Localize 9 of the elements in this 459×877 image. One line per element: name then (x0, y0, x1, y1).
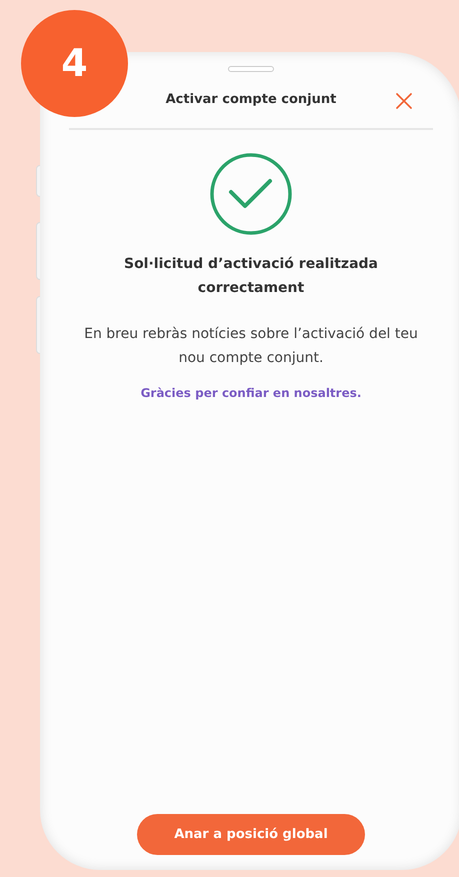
grabber-handle[interactable] (228, 66, 274, 72)
header-title: Activar compte conjunt (166, 91, 336, 110)
global-position-button[interactable]: Anar a posició global (137, 814, 365, 855)
close-icon[interactable] (395, 92, 413, 110)
thanks-text: Gràcies per confiar en nosaltres. (140, 385, 362, 402)
step-badge: 4 (21, 10, 128, 117)
check-circle-icon (209, 152, 293, 236)
info-text: En breu rebràs notícies sobre l’activació del teu nou compte conjunt. (83, 325, 419, 368)
success-heading: Sol·licitud d’activació realitzada correctament (122, 255, 379, 298)
